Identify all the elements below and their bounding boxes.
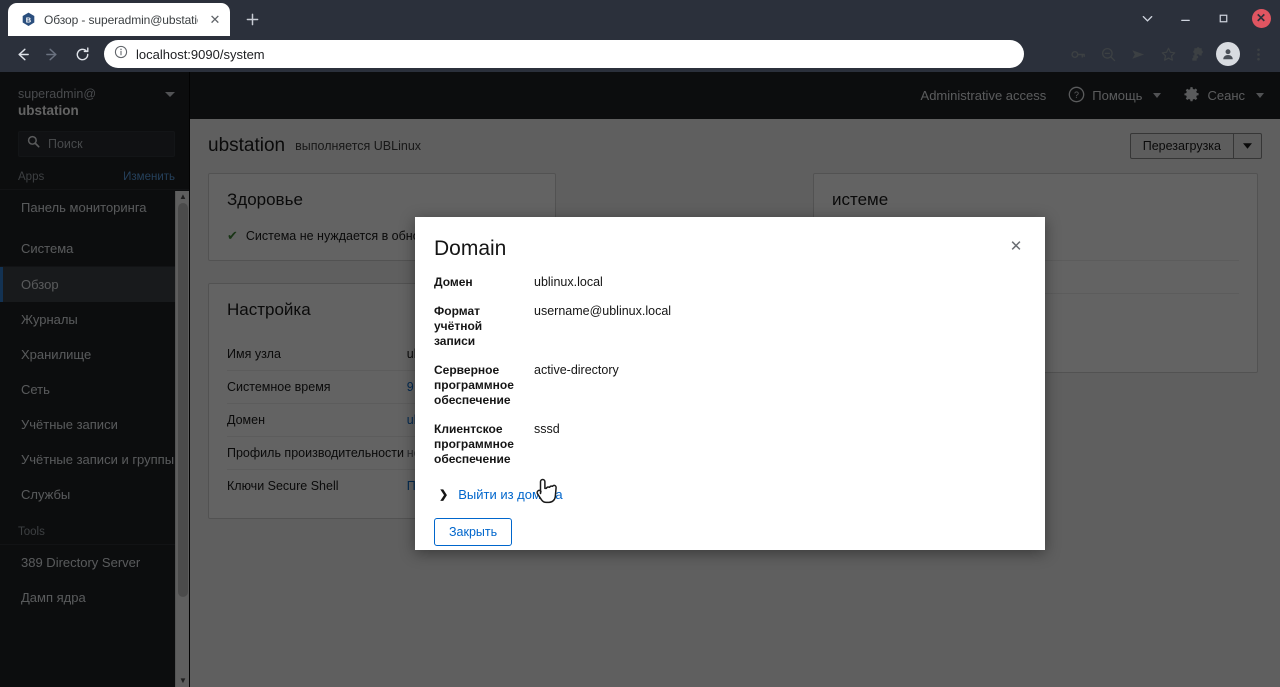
- maximize-icon[interactable]: [1204, 0, 1242, 36]
- modal-footer: Закрыть: [415, 502, 1045, 546]
- field-value: ublinux.local: [534, 275, 603, 289]
- field-value: active-directory: [534, 363, 619, 377]
- modal-field-row: Домен ublinux.local: [434, 275, 1025, 290]
- tab-close-icon[interactable]: ✕: [206, 11, 224, 29]
- field-label: Клиентское программное обеспечение: [434, 422, 514, 466]
- modal-title: Domain: [434, 237, 507, 260]
- minimize-icon[interactable]: [1166, 0, 1204, 36]
- person-icon[interactable]: [1214, 40, 1242, 68]
- modal-field-row: Серверное программное обеспечение active…: [434, 363, 1025, 408]
- new-tab-button[interactable]: [238, 5, 266, 33]
- toolbar-actions: [1064, 40, 1272, 68]
- chevron-down-icon[interactable]: [1128, 0, 1166, 36]
- svg-text:B: B: [25, 15, 31, 24]
- ublinux-logo-icon: B: [20, 12, 36, 28]
- puzzle-icon[interactable]: [1184, 40, 1212, 68]
- forward-arrow-icon: [38, 40, 66, 68]
- window-close-icon[interactable]: ✕: [1242, 0, 1280, 36]
- back-arrow-icon[interactable]: [8, 40, 36, 68]
- browser-toolbar: localhost:9090/system: [0, 36, 1280, 72]
- url-text: localhost:9090/system: [136, 46, 265, 62]
- field-label: Серверное программное обеспечение: [434, 363, 514, 407]
- chevron-right-icon: ❯: [439, 489, 449, 501]
- page-viewport: Administrative access ? Помощь Сеанс ubs…: [0, 72, 1280, 687]
- close-button[interactable]: Закрыть: [434, 518, 513, 546]
- send-icon[interactable]: [1124, 40, 1152, 68]
- browser-chrome: B Обзор - superadmin@ubstatio ✕ ✕ localh…: [0, 0, 1280, 72]
- zoom-out-icon[interactable]: [1094, 40, 1122, 68]
- info-circle-icon[interactable]: [114, 45, 128, 64]
- modal-field-row: Клиентское программное обеспечение sssd: [434, 422, 1025, 467]
- browser-tab[interactable]: B Обзор - superadmin@ubstatio ✕: [8, 3, 230, 36]
- leave-domain-expander[interactable]: ❯ Выйти из домена: [434, 487, 1025, 502]
- tab-strip: B Обзор - superadmin@ubstatio ✕ ✕: [0, 0, 1280, 36]
- modal-header: Domain ✕: [415, 217, 1045, 261]
- leave-domain-link[interactable]: Выйти из домена: [458, 487, 562, 502]
- field-label: Формат учётной записи: [434, 304, 483, 348]
- modal-field-row: Формат учётной записи username@ublinux.l…: [434, 304, 1025, 349]
- tab-title: Обзор - superadmin@ubstatio: [44, 12, 198, 27]
- three-dot-menu-icon[interactable]: [1244, 40, 1272, 68]
- key-icon[interactable]: [1064, 40, 1092, 68]
- domain-modal: Domain ✕ Домен ublinux.local Формат учёт…: [415, 217, 1045, 550]
- field-value: username@ublinux.local: [534, 304, 672, 318]
- modal-body: Домен ublinux.local Формат учётной запис…: [415, 261, 1045, 502]
- field-label: Домен: [434, 275, 473, 289]
- field-value: sssd: [534, 422, 560, 436]
- star-icon[interactable]: [1154, 40, 1182, 68]
- reload-icon[interactable]: [68, 40, 96, 68]
- address-bar[interactable]: localhost:9090/system: [104, 40, 1024, 68]
- close-icon[interactable]: ✕: [1007, 237, 1025, 255]
- window-controls: ✕: [1128, 0, 1280, 36]
